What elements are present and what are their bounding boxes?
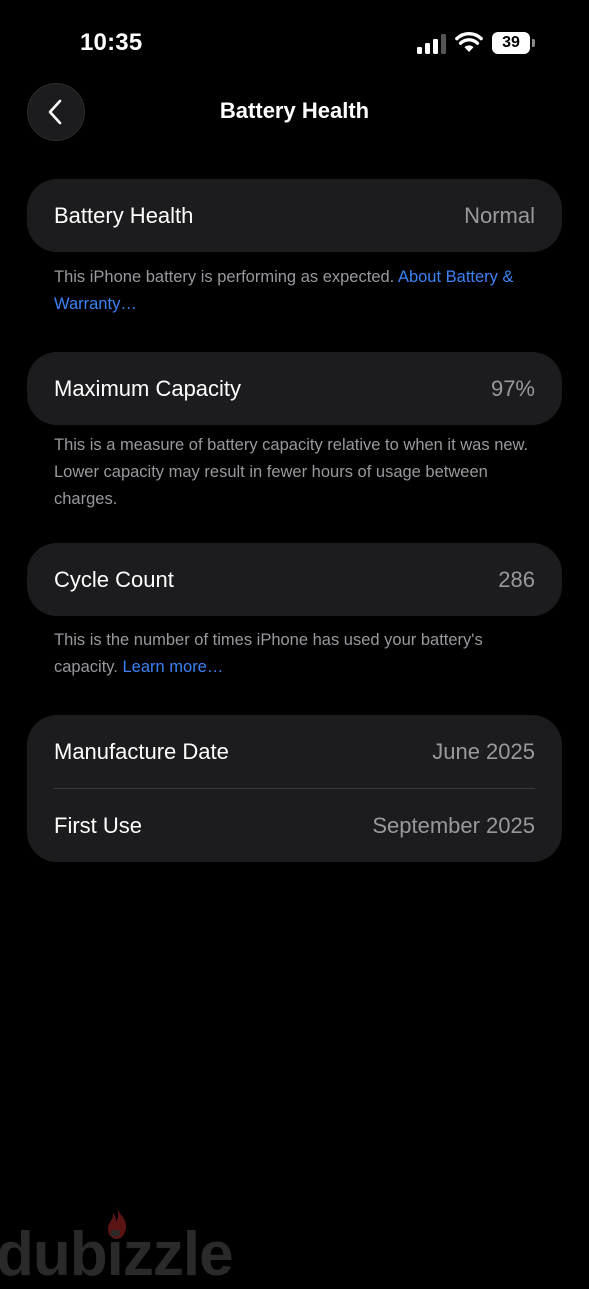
- maximum-capacity-card: Maximum Capacity 97%: [27, 352, 562, 425]
- signal-icon: [417, 34, 446, 54]
- maximum-capacity-label: Maximum Capacity: [54, 375, 242, 401]
- manufacture-date-value: June 2025: [432, 738, 535, 764]
- watermark: dubizzle: [0, 1220, 234, 1289]
- battery-health-value: Normal: [464, 202, 535, 228]
- battery-health-row[interactable]: Battery Health Normal: [27, 179, 562, 252]
- cycle-count-card: Cycle Count 286: [27, 543, 562, 616]
- wifi-icon: [455, 31, 483, 52]
- battery-health-label: Battery Health: [54, 202, 194, 228]
- battery-health-note-text: This iPhone battery is performing as exp…: [54, 268, 395, 286]
- cycle-count-row: Cycle Count 286: [27, 543, 562, 616]
- first-use-value: September 2025: [372, 812, 535, 838]
- maximum-capacity-value: 97%: [490, 375, 535, 401]
- maximum-capacity-note: This is a measure of battery capacity re…: [54, 436, 529, 508]
- cycle-count-note-text: This is the number of times iPhone has u…: [54, 631, 483, 676]
- first-use-label: First Use: [54, 812, 142, 838]
- first-use-row: First Use September 2025: [27, 789, 562, 862]
- maximum-capacity-row: Maximum Capacity 97%: [27, 352, 562, 425]
- cycle-count-value: 286: [498, 566, 535, 592]
- battery-cap: [532, 39, 535, 47]
- page-title: Battery Health: [219, 98, 370, 123]
- manufacture-date-row: Manufacture Date June 2025: [27, 715, 562, 788]
- battery-icon: 39: [492, 32, 536, 54]
- battery-health-note: This iPhone battery is performing as exp…: [54, 264, 544, 318]
- cycle-count-label: Cycle Count: [54, 566, 174, 592]
- status-bar: 10:35 39: [0, 0, 589, 88]
- status-time: 10:35: [80, 29, 143, 56]
- learn-more-link[interactable]: Learn more…: [122, 658, 223, 676]
- cycle-count-note: This is the number of times iPhone has u…: [54, 627, 544, 681]
- battery-level: 39: [492, 32, 530, 54]
- manufacture-date-label: Manufacture Date: [54, 738, 229, 764]
- dates-card: Manufacture Date June 2025 First Use Sep…: [27, 715, 562, 862]
- battery-health-card[interactable]: Battery Health Normal: [27, 179, 562, 252]
